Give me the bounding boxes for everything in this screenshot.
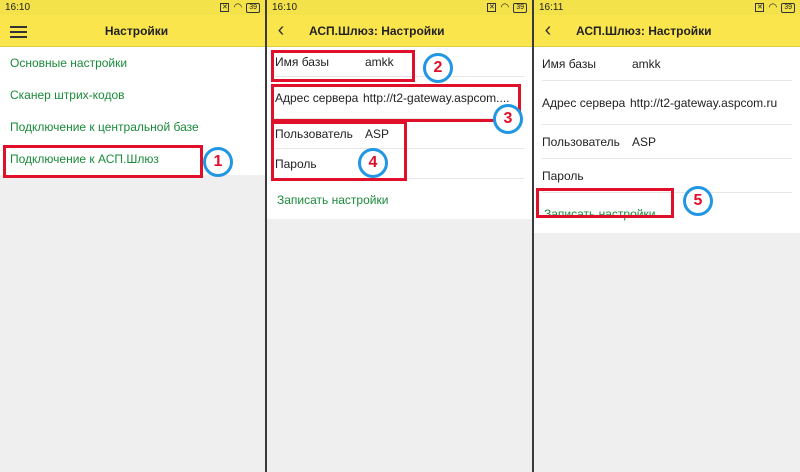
wifi-icon: ◠ <box>500 2 510 13</box>
user-row[interactable]: Пользователь ASP <box>542 125 792 159</box>
back-arrow-icon[interactable]: ‹ <box>534 15 562 47</box>
db-name-row[interactable]: Имя базы amkk <box>275 47 524 77</box>
server-address-row[interactable]: Адрес сервера http://t2-gateway.aspcom..… <box>275 77 524 119</box>
password-label: Пароль <box>542 168 584 183</box>
status-time: 16:10 <box>272 2 298 13</box>
password-row[interactable]: Пароль <box>275 149 524 179</box>
status-time: 16:11 <box>539 2 564 13</box>
wifi-icon: ◠ <box>768 2 778 13</box>
server-address-label: Адрес сервера <box>275 90 359 105</box>
wifi-icon: ◠ <box>233 2 243 13</box>
close-icon: ✕ <box>220 3 230 12</box>
user-label: Пользователь <box>542 134 620 149</box>
battery-icon: 39 <box>513 2 527 13</box>
close-icon: ✕ <box>487 3 497 12</box>
settings-form: Имя базы amkk Адрес сервера http://t2-ga… <box>267 47 532 219</box>
user-row[interactable]: Пользователь ASP <box>275 119 524 149</box>
page-title: АСП.Шлюз: Настройки <box>576 23 712 38</box>
status-bar: 16:10 ✕ ◠ 39 <box>0 0 265 15</box>
save-settings-button[interactable]: Записать настройки <box>267 179 532 219</box>
save-settings-button[interactable]: Записать настройки <box>534 193 800 233</box>
back-arrow-icon[interactable]: ‹ <box>267 15 295 47</box>
step-badge: 5 <box>683 186 713 216</box>
step-badge: 1 <box>203 147 233 177</box>
hamburger-menu-icon[interactable] <box>10 26 27 38</box>
server-address-field[interactable]: http://t2-gateway.aspcom.... <box>363 91 524 105</box>
settings-form: Имя базы amkk Адрес сервера http://t2-ga… <box>534 47 800 233</box>
step-badge: 2 <box>423 53 453 83</box>
db-name-field[interactable]: amkk <box>632 57 792 71</box>
status-time: 16:10 <box>5 2 31 13</box>
db-name-label: Имя базы <box>542 56 596 71</box>
db-name-row[interactable]: Имя базы amkk <box>542 47 792 81</box>
menu-item-main-settings[interactable]: Основные настройки <box>0 47 265 79</box>
phone-screen-settings: 16:10 ✕ ◠ 39 Настройки Основные настройк… <box>0 0 265 472</box>
toolbar: ‹ АСП.Шлюз: Настройки <box>267 15 532 47</box>
toolbar: ‹ АСП.Шлюз: Настройки <box>534 15 800 47</box>
server-address-row[interactable]: Адрес сервера http://t2-gateway.aspcom.r… <box>542 81 792 125</box>
user-label: Пользователь <box>275 126 353 141</box>
step-badge: 4 <box>358 148 388 178</box>
server-address-label: Адрес сервера <box>542 95 626 110</box>
battery-icon: 39 <box>781 2 795 13</box>
password-row[interactable]: Пароль <box>542 159 792 193</box>
battery-icon: 39 <box>246 2 260 13</box>
server-address-field[interactable]: http://t2-gateway.aspcom.ru <box>630 96 792 110</box>
db-name-label: Имя базы <box>275 54 329 69</box>
menu-item-central-db[interactable]: Подключение к центральной базе <box>0 111 265 143</box>
menu-item-barcode-scanner[interactable]: Сканер штрих-кодов <box>0 79 265 111</box>
user-field[interactable]: ASP <box>632 135 792 149</box>
status-bar: 16:11 ✕ ◠ 39 <box>534 0 800 15</box>
phone-screen-gateway-settings: 16:10 ✕ ◠ 39 ‹ АСП.Шлюз: Настройки Имя б… <box>267 0 532 472</box>
close-icon: ✕ <box>755 3 765 12</box>
page-title: АСП.Шлюз: Настройки <box>309 23 445 38</box>
status-bar: 16:10 ✕ ◠ 39 <box>267 0 532 15</box>
password-label: Пароль <box>275 156 317 171</box>
phone-screen-gateway-settings-saved: 16:11 ✕ ◠ 39 ‹ АСП.Шлюз: Настройки Имя б… <box>534 0 800 472</box>
toolbar: Настройки <box>0 15 265 47</box>
page-title: Настройки <box>104 23 169 38</box>
stage: 16:10 ✕ ◠ 39 Настройки Основные настройк… <box>0 0 800 472</box>
step-badge: 3 <box>493 104 523 134</box>
